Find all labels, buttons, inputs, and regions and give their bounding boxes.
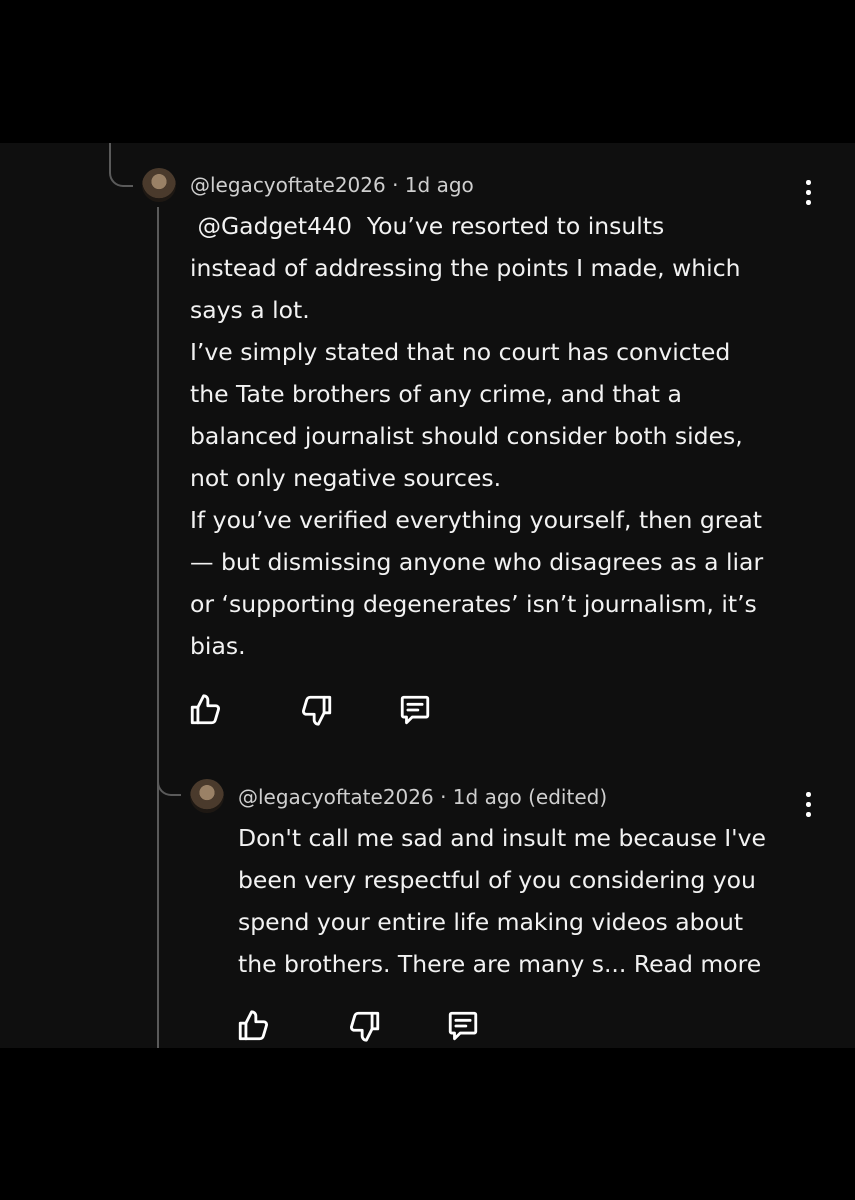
timestamp: 1d ago (edited) [452,785,608,809]
timestamp: 1d ago [404,173,474,197]
reply-icon[interactable] [446,1009,480,1043]
thread-line-elbow [109,167,133,187]
thumbs-down-icon[interactable] [300,693,334,727]
thumbs-up-icon[interactable] [236,1009,270,1043]
comment-thread: @legacyoftate2026 · 1d ago @Gadget440 Yo… [0,143,855,1048]
comment-line: not only negative sources. [190,464,502,492]
more-vertical-icon[interactable] [800,791,816,821]
author-handle[interactable]: @legacyoftate2026 [238,785,434,809]
comment-line: spend your entire life making videos abo… [238,908,744,936]
comment-line: balanced journalist should consider both… [190,422,743,450]
more-vertical-icon[interactable] [800,179,816,209]
author-handle[interactable]: @legacyoftate2026 [190,173,386,197]
comment-line: bias. [190,632,246,660]
thread-line-top [109,143,111,169]
meta-separator: · [440,785,447,809]
avatar[interactable] [142,168,176,202]
comment-meta: @legacyoftate2026 · 1d ago [190,173,474,197]
comment-text: @Gadget440 You’ve resorted to insults in… [190,205,763,667]
comment-line: instead of addressing the points I made,… [190,254,741,282]
thumbs-down-icon[interactable] [348,1009,382,1043]
thumbs-up-icon[interactable] [188,693,222,727]
comment-meta: @legacyoftate2026 · 1d ago (edited) [238,785,607,809]
comment-line: I’ve simply stated that no court has con… [190,338,731,366]
thread-line-reply-elbow [157,758,181,796]
comment-line: — but dismissing anyone who disagrees as… [190,548,764,576]
comment-line: the Tate brothers of any crime, and that… [190,380,682,408]
thread-line-vertical [157,207,159,1048]
avatar[interactable] [190,779,224,813]
reply-icon[interactable] [398,693,432,727]
comment-text: Don't call me sad and insult me because … [238,817,766,985]
comment-line[interactable]: the brothers. There are many s... Read m… [238,943,766,985]
comment-line: @Gadget440 You’ve resorted to insults [190,212,665,240]
comment-line: been very respectful of you considering … [238,866,756,894]
comment-line: Don't call me sad and insult me because … [238,824,767,852]
comment-line: says a lot. [190,296,310,324]
comment-line: If you’ve verified everything yourself, … [190,506,763,534]
meta-separator: · [392,173,399,197]
comment-line: or ‘supporting degenerates’ isn’t journa… [190,590,757,618]
